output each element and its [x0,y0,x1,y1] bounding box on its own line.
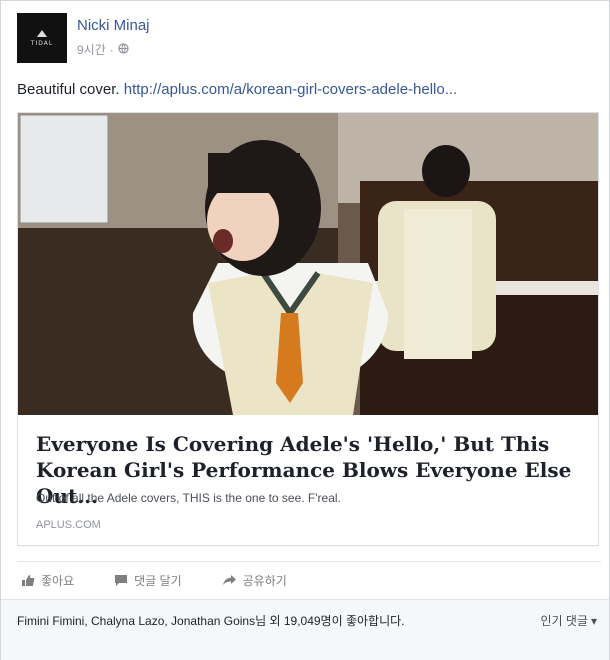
globe-icon [118,42,129,57]
likes-summary: Fimini Fimini, Chalyna Lazo, Jonathan Go… [1,599,609,660]
comments-sort-dropdown[interactable]: 인기 댓글 ▾ [540,612,597,629]
post-actions: 좋아요 댓글 달기 공유하기 [17,561,601,598]
post-timestamp[interactable]: 9시간 [77,41,106,58]
comment-label: 댓글 달기 [134,573,182,588]
link-description: Out of all the Adele covers, THIS is the… [36,491,341,505]
link-preview-image[interactable] [18,113,598,415]
likes-text: Fimini Fimini, Chalyna Lazo, Jonathan Go… [17,612,487,630]
post-card: TIDAL Nicki Minaj 9시간 · Beautiful cover.… [0,0,610,660]
post-link[interactable]: http://aplus.com/a/korean-girl-covers-ad… [124,81,458,98]
like-label: 좋아요 [41,573,75,588]
share-button[interactable]: 공유하기 [222,572,287,589]
meta-separator: · [109,42,114,57]
tidal-logo-icon [37,29,47,37]
comment-button[interactable]: 댓글 달기 [114,572,182,589]
comment-icon [114,574,128,587]
post-meta: 9시간 · [77,41,129,58]
thumbs-up-icon [21,574,35,587]
author-name[interactable]: Nicki Minaj [77,17,150,34]
likes-count-text[interactable]: 님 외 19,049명이 좋아합니다. [255,614,404,628]
like-button[interactable]: 좋아요 [21,572,74,589]
share-icon [222,574,237,586]
link-domain: APLUS.COM [36,519,101,531]
avatar-logo-text: TIDAL [30,39,54,47]
share-label: 공유하기 [242,573,287,588]
chevron-down-icon: ▾ [590,613,597,628]
post-text: Beautiful cover. http://aplus.com/a/kore… [17,81,457,98]
comments-sort-label: 인기 댓글 [540,614,588,628]
avatar[interactable]: TIDAL [17,13,67,63]
likers-names[interactable]: Fimini Fimini, Chalyna Lazo, Jonathan Go… [17,614,255,628]
link-preview[interactable]: Everyone Is Covering Adele's 'Hello,' Bu… [17,112,599,546]
post-message: Beautiful cover. [17,81,120,98]
